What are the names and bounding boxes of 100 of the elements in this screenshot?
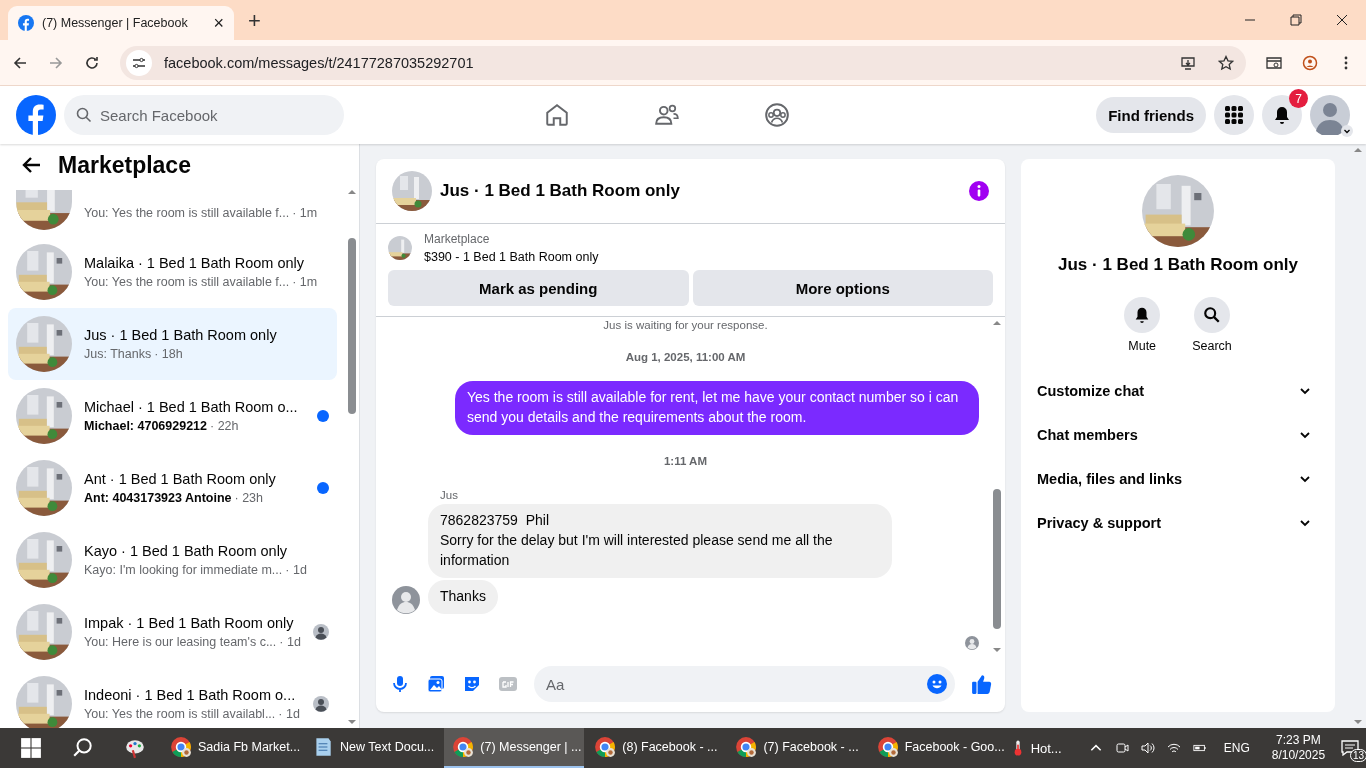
logo-icon: [18, 15, 34, 31]
search-field[interactable]: Search Facebook: [64, 95, 344, 135]
search-icon: [76, 107, 92, 123]
weather-text[interactable]: Hot...: [1030, 740, 1062, 756]
language-indicator[interactable]: ENG: [1223, 741, 1250, 755]
conversation-item[interactable]: Impak · 1 Bed 1 Bath Room only You: Here is our leasing team's c... · 1d: [8, 596, 337, 668]
section-header[interactable]: Chat members: [1037, 413, 1319, 457]
sidebar-title: Marketplace: [58, 151, 191, 179]
close-icon[interactable]: [1336, 14, 1348, 26]
avatar-icon: [965, 636, 979, 650]
avatar-icon[interactable]: [1310, 95, 1350, 135]
listing-title: $390 - 1 Bed 1 Bath Room only: [424, 250, 599, 264]
message-time: · 22h: [210, 419, 239, 433]
mute-button[interactable]: [1124, 297, 1161, 333]
taskbar-app[interactable]: Facebook - Goo...: [868, 728, 1009, 768]
message-time: · 18h: [154, 347, 183, 361]
conversation-item[interactable]: Jus · 1 Bed 1 Bath Room only Jus: Thanks · 18h: [8, 308, 337, 380]
section-header[interactable]: Privacy & support: [1037, 501, 1319, 545]
message-preview: Michael: 4706929212: [84, 419, 207, 433]
home-icon[interactable]: [544, 102, 570, 128]
info-icon[interactable]: [969, 181, 989, 201]
install-icon[interactable]: [1180, 54, 1196, 71]
friends-icon[interactable]: [654, 102, 680, 128]
chevron-down-icon[interactable]: [1341, 125, 1353, 137]
message-preview: Kayo: I'm looking for immediate m...: [84, 563, 283, 577]
microphone-icon[interactable]: [390, 674, 410, 694]
taskbar-app[interactable]: (8) Facebook - ...: [586, 728, 726, 768]
scroll-thumb[interactable]: [993, 489, 1001, 629]
sticker-icon[interactable]: [462, 674, 482, 694]
waiting-notice: Jus is waiting for your response.: [603, 319, 768, 331]
search-icon: [1203, 306, 1221, 324]
taskbar-app[interactable]: (7) Messenger | ...: [444, 728, 585, 768]
message-timestamp: Aug 1, 2025, 11:00 AM: [625, 351, 746, 363]
search-button[interactable]: [1194, 297, 1230, 333]
message-preview: Jus: Thanks: [84, 347, 152, 361]
wifi-icon[interactable]: [1166, 741, 1181, 755]
browser-icon: [452, 736, 475, 758]
conversation-name: Ant · 1 Bed 1 Bath Room only: [84, 471, 277, 487]
message-field[interactable]: Aa: [534, 666, 955, 702]
unread-dot: [317, 410, 329, 422]
message-preview: Ant: 4043173923 Antoine: [84, 491, 232, 505]
find-friends-button[interactable]: Find friends: [1096, 97, 1206, 133]
close-tab-button[interactable]: ×: [213, 12, 224, 34]
conversation-name: Jus · 1 Bed 1 Bath Room only: [84, 327, 278, 343]
bell-icon: [1272, 105, 1292, 125]
back-arrow-icon[interactable]: [22, 155, 42, 175]
unread-dot: [317, 482, 329, 494]
conversation-item[interactable]: Michael · 1 Bed 1 Bath Room o... Michael: 4706929212 · 22h: [8, 380, 337, 452]
received-message: 7862823759 Phil Sorry for the delay but I'm will interested please send me all the information: [428, 504, 892, 578]
back-icon[interactable]: [12, 54, 28, 71]
chat-title: Jus · 1 Bed 1 Bath Room only: [440, 181, 681, 201]
notifications-button[interactable]: [1262, 95, 1302, 135]
conversation-item[interactable]: Kayo · 1 Bed 1 Bath Room only Kayo: I'm looking for immediate m... · 1d: [8, 524, 337, 596]
conversation-name: Indeoni · 1 Bed 1 Bath Room o...: [84, 687, 297, 703]
message-preview: You: Here is our leasing team's c...: [84, 635, 277, 649]
logo-icon[interactable]: [16, 95, 56, 135]
action-label: Mute: [1128, 339, 1157, 353]
forward-icon[interactable]: [48, 54, 64, 71]
camera-icon[interactable]: [1114, 741, 1129, 755]
new-tab-button[interactable]: +: [248, 8, 261, 34]
taskbar-app[interactable]: New Text Docu...: [304, 728, 443, 768]
message-time: · 1d: [285, 563, 307, 577]
menu-button[interactable]: [1214, 95, 1254, 135]
scroll-thumb[interactable]: [348, 238, 356, 414]
action-label: Search: [1192, 339, 1232, 353]
sender-name: Jus: [440, 489, 459, 501]
conversation-item[interactable]: Malaika · 1 Bed 1 Bath Room only You: Yes the room is still available f... · 1m: [8, 236, 337, 308]
restore-icon[interactable]: [1290, 14, 1302, 26]
conversation-item[interactable]: You: Yes the room is still available f... · 1m: [8, 186, 337, 236]
message-timestamp: 1:11 AM: [663, 455, 707, 467]
volume-icon[interactable]: [1140, 741, 1155, 755]
taskbar-app[interactable]: (7) Facebook - ...: [727, 728, 867, 768]
message-preview: You: Yes the room is still availabl...: [84, 707, 276, 721]
browser-icon: [170, 736, 192, 758]
groups-icon[interactable]: [764, 102, 790, 128]
reload-icon[interactable]: [84, 54, 100, 71]
sent-message: Yes the room is still available for rent, let me have your contact number so i can send you details and the requirements about the room.: [455, 381, 979, 435]
site-settings-icon[interactable]: [126, 49, 152, 76]
received-message: Thanks: [428, 580, 498, 614]
conversation-name: Malaika · 1 Bed 1 Bath Room only: [84, 255, 306, 271]
message-time: · 23h: [234, 491, 263, 505]
clock[interactable]: 7:23 PM 8/10/2025: [1271, 733, 1326, 763]
thermometer-icon[interactable]: [1012, 739, 1023, 757]
star-icon[interactable]: [1218, 54, 1234, 71]
thumbs-up-icon[interactable]: [971, 673, 993, 695]
message-time: · 1d: [278, 707, 300, 721]
section-header[interactable]: Media, files and links: [1037, 457, 1319, 501]
listing-action-button[interactable]: Mark as pending: [388, 270, 689, 306]
profile-icon[interactable]: [1302, 54, 1318, 71]
tab-search-icon[interactable]: [1266, 54, 1282, 71]
emoji-icon[interactable]: [927, 674, 947, 694]
listing-action-button[interactable]: More options: [692, 270, 993, 306]
browser-tab[interactable]: (7) Messenger | Facebook ×: [8, 6, 234, 40]
message-preview: You: Yes the room is still available f...: [84, 275, 290, 289]
conversation-item[interactable]: Ant · 1 Bed 1 Bath Room only Ant: 4043173923 Antoine · 23h: [8, 452, 337, 524]
url-text: facebook.com/messages/t/24177287035292701: [164, 54, 475, 71]
image-icon[interactable]: [426, 674, 446, 694]
address-bar[interactable]: facebook.com/messages/t/24177287035292701: [120, 45, 1246, 80]
section-header[interactable]: Customize chat: [1037, 369, 1319, 413]
taskbar-app[interactable]: Sadia Fb Market...: [162, 728, 302, 768]
